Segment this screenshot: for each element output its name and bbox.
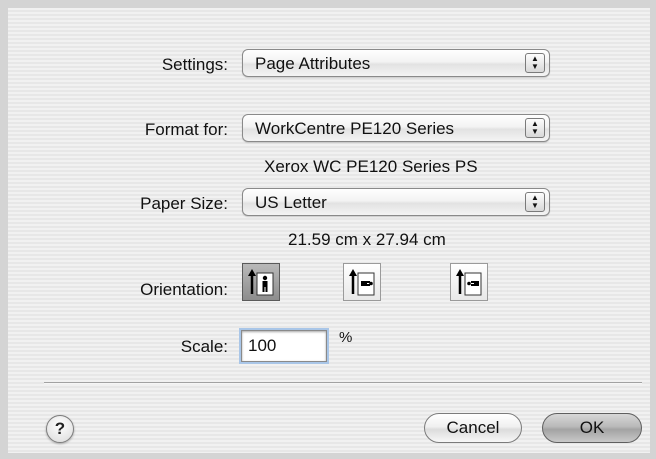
orientation-landscape-right-button[interactable] (450, 263, 488, 301)
separator (44, 382, 642, 384)
page-setup-dialog: Settings: Page Attributes ▲ ▼ Format for:… (0, 0, 656, 459)
orientation-label: Orientation: (140, 280, 228, 299)
scale-unit: % (339, 329, 353, 346)
landscape-left-icon (349, 269, 375, 296)
portrait-icon (248, 269, 274, 296)
orientation-portrait-button[interactable] (242, 263, 280, 301)
settings-label: Settings: (161, 55, 228, 74)
format-for-popup[interactable]: WorkCentre PE120 Series ▲ ▼ (242, 114, 550, 142)
popup-arrows-icon: ▲ ▼ (525, 118, 545, 138)
format-for-label: Format for: (144, 120, 228, 139)
paper-size-label: Paper Size: (140, 194, 228, 213)
scale-input[interactable] (239, 328, 329, 364)
paper-dimensions: 21.59 cm x 27.94 cm (288, 230, 446, 249)
paper-size-popup[interactable]: US Letter ▲ ▼ (242, 188, 550, 216)
popup-arrows-icon: ▲ ▼ (525, 192, 545, 212)
printer-description: Xerox WC PE120 Series PS (264, 157, 478, 176)
orientation-landscape-left-button[interactable] (343, 263, 381, 301)
cancel-button[interactable]: Cancel (424, 413, 522, 443)
ok-button[interactable]: OK (542, 413, 642, 443)
popup-arrows-icon: ▲ ▼ (525, 53, 545, 73)
question-mark-icon: ? (54, 419, 66, 438)
landscape-right-icon (456, 269, 482, 296)
help-button[interactable]: ? (46, 415, 74, 443)
format-for-popup-value: WorkCentre PE120 Series (255, 119, 455, 138)
scale-label: Scale: (180, 337, 228, 356)
paper-size-popup-value: US Letter (255, 193, 327, 212)
settings-popup-value: Page Attributes (255, 54, 371, 73)
settings-popup[interactable]: Page Attributes ▲ ▼ (242, 49, 550, 77)
